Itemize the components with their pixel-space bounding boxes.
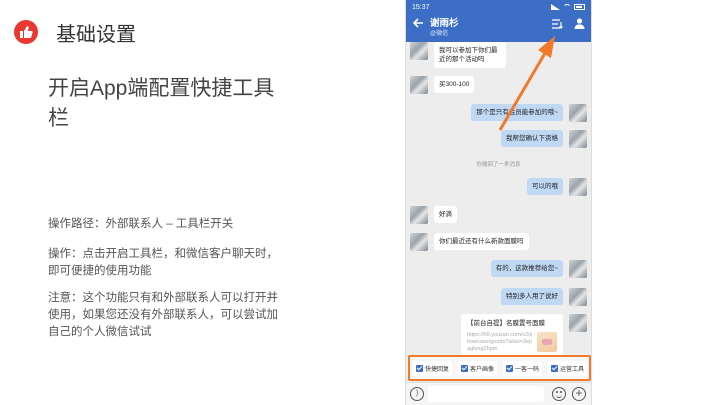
- agent-avatar: [569, 178, 587, 196]
- tool-customer-profile[interactable]: 客户画像: [458, 360, 498, 376]
- agent-avatar: [569, 260, 587, 278]
- checkbox-icon: [461, 364, 469, 372]
- message-outgoing-link: 【前台自提】名膜置号面膜 https://h5.youzan.com/v2/sh…: [461, 314, 587, 358]
- emoji-icon[interactable]: [552, 387, 566, 401]
- status-bar: 15:37: [412, 2, 585, 12]
- link-card[interactable]: 【前台自提】名膜置号面膜 https://h5.youzan.com/v2/sh…: [461, 314, 563, 358]
- customer-avatar: [410, 206, 428, 224]
- quick-toolbar: 快捷回复 客户画像 一客一码 运营工具: [408, 355, 591, 381]
- message-bubble: 你们最近还有什么新款面膜吗: [434, 233, 529, 250]
- product-thumbnail: [537, 332, 557, 352]
- agent-avatar: [569, 130, 587, 148]
- message-incoming: 你们最近还有什么新款面膜吗: [410, 233, 529, 251]
- message-bubble: 我帮您确认下资格: [501, 130, 563, 147]
- message-outgoing: 特别多人用了说好: [501, 288, 587, 306]
- tool-one-customer-one-code[interactable]: 一客一码: [503, 360, 543, 376]
- checkbox-icon: [506, 364, 514, 372]
- chat-area[interactable]: 我可以参加下你们最近的那个活动吗 买300-100 那个是只有会员能参加的哦~ …: [406, 42, 591, 358]
- tool-label: 一客一码: [515, 366, 540, 373]
- tool-label: 客户画像: [470, 366, 495, 373]
- plus-icon[interactable]: +: [572, 387, 586, 401]
- slide-title: 基础设置: [56, 24, 136, 46]
- message-bubble: 有的，这款推荐给您~: [490, 260, 563, 277]
- message-bubble: 我可以参加下你们最近的那个活动吗: [434, 42, 506, 68]
- annotation-arrow: [498, 36, 555, 131]
- message-bubble: 特别多人用了说好: [501, 288, 563, 305]
- checkbox-icon: [551, 364, 559, 372]
- checkbox-icon: [416, 364, 423, 372]
- message-bubble: 可以的哦: [527, 178, 563, 195]
- message-bubble: 好滴: [434, 206, 457, 223]
- customer-avatar: [410, 42, 428, 60]
- status-time: 15:37: [412, 3, 430, 11]
- message-outgoing: 那个是只有会员能参加的哦~: [471, 104, 587, 122]
- operation-path-text: 操作路径：外部联系人 – 工具栏开关: [48, 218, 234, 230]
- customer-avatar: [410, 76, 428, 94]
- agent-avatar: [569, 288, 587, 306]
- status-icons: [551, 4, 585, 10]
- message-outgoing: 可以的哦: [527, 178, 587, 196]
- message-outgoing: 我帮您确认下资格: [501, 130, 587, 148]
- section-heading: 开启App端配置快捷工具栏: [48, 77, 275, 130]
- link-card-title: 【前台自提】名膜置号面膜: [467, 320, 545, 327]
- tool-quick-reply[interactable]: 快捷回复: [413, 360, 453, 376]
- thumbs-up-logo-icon: [14, 20, 38, 44]
- wifi-icon: [563, 4, 571, 10]
- message-incoming: 我可以参加下你们最近的那个活动吗: [410, 42, 506, 68]
- battery-icon: [574, 4, 585, 10]
- agent-avatar: [569, 314, 587, 332]
- message-input[interactable]: [428, 386, 544, 402]
- back-arrow-icon[interactable]: [412, 17, 424, 29]
- operation-text: 操作：点击开启工具栏，和微信客户聊天时，即可便捷的使用功能: [48, 248, 278, 277]
- message-bubble: 买300-100: [434, 76, 475, 93]
- contact-source: @微信: [430, 31, 449, 37]
- toolbar-toggle-icon[interactable]: [552, 19, 563, 29]
- voice-input-icon[interactable]: ): [410, 387, 424, 401]
- message-incoming: 好滴: [410, 206, 457, 224]
- message-input-bar: ) +: [406, 382, 591, 405]
- signal-icon: [551, 4, 560, 10]
- message-bubble: 那个是只有会员能参加的哦~: [471, 104, 563, 121]
- link-card-url: https://h5.youzan.com/v2/showcase/goods?…: [467, 332, 533, 352]
- customer-avatar: [410, 233, 428, 251]
- chat-header: 15:37 谢雨杉 @微信: [406, 0, 591, 42]
- tool-label: 运营工具: [560, 366, 585, 373]
- tool-operation-tools[interactable]: 运营工具: [548, 360, 588, 376]
- contact-name: 谢雨杉: [430, 18, 459, 29]
- message-outgoing: 有的，这款推荐给您~: [490, 260, 587, 278]
- contact-profile-icon[interactable]: [574, 18, 585, 29]
- phone-screenshot: 15:37 谢雨杉 @微信 我可以参加下你们最近的那个活动吗 买300-100 …: [405, 0, 592, 405]
- system-note: 你撤回了一条消息: [476, 162, 521, 168]
- note-text: 注意：这个功能只有和外部联系人可以打开并使用，如果您还没有外部联系人，可以尝试加…: [48, 292, 278, 338]
- message-incoming: 买300-100: [410, 76, 475, 94]
- tool-label: 快捷回复: [425, 366, 450, 373]
- agent-avatar: [569, 104, 587, 122]
